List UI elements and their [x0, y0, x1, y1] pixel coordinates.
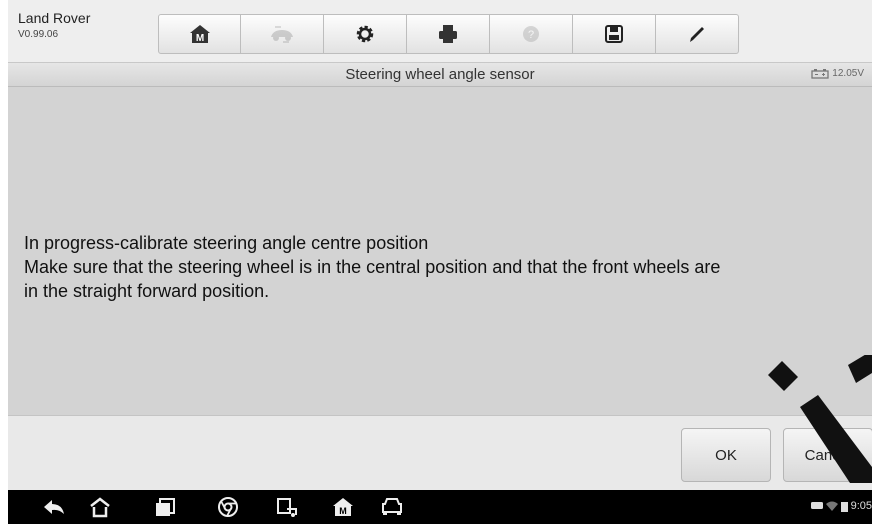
message-line: In progress-calibrate steering angle cen… — [24, 233, 429, 253]
android-home-button[interactable] — [88, 496, 112, 518]
android-nav-bar: M 9:05 — [8, 490, 872, 524]
message-area: In progress-calibrate steering angle cen… — [8, 87, 872, 415]
home-icon: M — [189, 25, 210, 44]
battery-status-icon — [840, 501, 848, 512]
button-bar: OK Cancel — [8, 415, 872, 490]
wifi-icon — [825, 501, 838, 511]
toolbar: M ? — [158, 14, 739, 54]
chrome-icon — [218, 497, 238, 517]
app-version: V0.99.06 — [18, 29, 59, 40]
battery-icon — [811, 68, 829, 79]
recent-apps-icon — [156, 498, 175, 516]
home-button[interactable]: M — [158, 14, 241, 54]
svg-text:M: M — [339, 506, 347, 516]
chrome-button[interactable] — [216, 496, 240, 518]
remote-support-button[interactable] — [275, 496, 299, 518]
svg-text:?: ? — [528, 29, 534, 41]
message-line: Make sure that the steering wheel is in … — [24, 257, 721, 277]
vehicle-swap-button[interactable] — [241, 14, 324, 54]
page-title: Steering wheel angle sensor — [345, 66, 535, 83]
cancel-button[interactable]: Cancel — [783, 428, 872, 482]
help-button[interactable]: ? — [490, 14, 573, 54]
save-button[interactable] — [573, 14, 656, 54]
svg-text:M: M — [195, 33, 203, 44]
save-icon — [605, 25, 623, 43]
printer-icon — [439, 25, 457, 43]
back-button[interactable] — [42, 496, 66, 518]
print-button[interactable] — [407, 14, 490, 54]
edit-button[interactable] — [656, 14, 739, 54]
message-line: in the straight forward position. — [24, 281, 270, 301]
vehicle-swap-icon — [271, 26, 293, 43]
page-title-bar: Steering wheel angle sensor 12.05V — [8, 62, 872, 87]
car-button[interactable] — [380, 496, 404, 518]
maxisys-button[interactable]: M — [331, 496, 355, 518]
help-icon: ? — [523, 26, 539, 42]
remote-support-icon — [277, 498, 297, 517]
battery-voltage: 12.05V — [832, 68, 864, 79]
battery-status: 12.05V — [811, 68, 864, 79]
settings-button[interactable] — [324, 14, 407, 54]
ok-button[interactable]: OK — [681, 428, 771, 482]
pen-icon — [690, 27, 704, 42]
status-area: 9:05 — [810, 500, 872, 512]
recent-apps-button[interactable] — [153, 496, 177, 518]
settings-gear-icon — [356, 25, 374, 43]
status-time: 9:05 — [850, 500, 872, 512]
android-home-icon — [90, 497, 110, 518]
back-icon — [44, 500, 64, 514]
message-text: In progress-calibrate steering angle cen… — [24, 231, 864, 303]
chat-icon — [810, 502, 823, 509]
app-name: Land Rover — [18, 10, 91, 26]
maxisys-icon: M — [333, 498, 353, 516]
top-toolbar-area: Land Rover V0.99.06 M ? — [8, 0, 872, 62]
car-icon — [382, 498, 402, 515]
